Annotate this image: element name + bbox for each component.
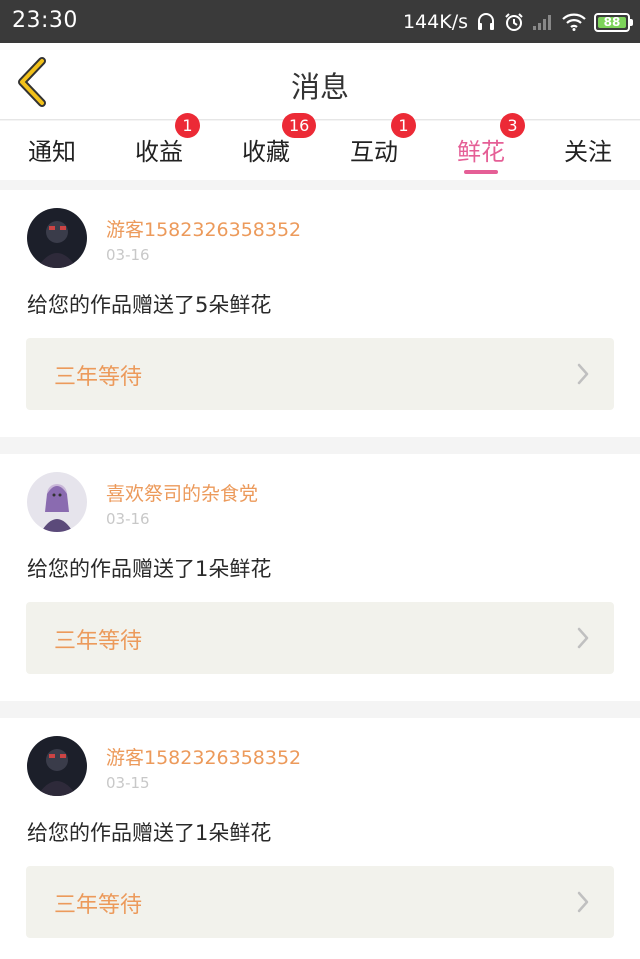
chevron-right-icon xyxy=(577,627,589,649)
page-title: 消息 xyxy=(290,70,349,104)
tab-flowers[interactable]: 鲜花 3 xyxy=(441,113,525,180)
signal-icon xyxy=(532,13,554,31)
avatar[interactable] xyxy=(27,736,87,796)
active-tab-indicator xyxy=(464,170,498,174)
username[interactable]: 游客1582326358352 xyxy=(106,215,301,242)
alarm-icon xyxy=(504,12,524,32)
message-date: 03-15 xyxy=(106,774,150,792)
work-link[interactable]: 三年等待 xyxy=(26,866,614,938)
status-icons: 144K/s 88 xyxy=(402,9,633,35)
net-speed: 144K/s xyxy=(402,11,468,33)
tab-earnings[interactable]: 收益 1 xyxy=(119,113,200,180)
wifi-icon xyxy=(562,13,586,31)
message-card: 喜欢祭司的杂食党 03-16 给您的作品赠送了1朵鲜花 三年等待 xyxy=(0,454,640,701)
message-text: 给您的作品赠送了1朵鲜花 xyxy=(27,557,272,581)
chevron-right-icon xyxy=(577,363,589,385)
battery-icon: 88 xyxy=(594,12,633,32)
tab-interaction[interactable]: 互动 1 xyxy=(334,113,416,180)
tab-favorites[interactable]: 收藏 16 xyxy=(226,113,317,180)
message-date: 03-16 xyxy=(106,246,150,264)
unread-badge: 1 xyxy=(175,113,200,138)
tab-follow[interactable]: 关注 xyxy=(548,121,628,180)
headset-icon xyxy=(476,12,496,32)
status-bar: 23:30 144K/s 88 xyxy=(0,0,640,43)
work-title: 三年等待 xyxy=(54,893,143,918)
work-link[interactable]: 三年等待 xyxy=(26,602,614,674)
tab-bar: 通知 收益 1 收藏 16 互动 1 鲜花 3 关注 xyxy=(0,113,640,180)
username[interactable]: 喜欢祭司的杂食党 xyxy=(106,479,258,506)
avatar[interactable] xyxy=(27,472,87,532)
unread-badge: 1 xyxy=(391,113,416,138)
message-date: 03-16 xyxy=(106,510,150,528)
work-title: 三年等待 xyxy=(54,629,143,654)
tab-notice[interactable]: 通知 xyxy=(12,121,92,180)
work-title: 三年等待 xyxy=(54,365,143,390)
message-card: 游客1582326358352 03-15 给您的作品赠送了1朵鲜花 三年等待 xyxy=(0,718,640,959)
avatar[interactable] xyxy=(27,208,87,268)
tab-label: 关注 xyxy=(564,138,612,166)
unread-badge: 16 xyxy=(282,113,317,138)
username[interactable]: 游客1582326358352 xyxy=(106,743,301,770)
chevron-right-icon xyxy=(577,891,589,913)
status-time: 23:30 xyxy=(12,8,78,33)
work-link[interactable]: 三年等待 xyxy=(26,338,614,410)
unread-badge: 3 xyxy=(500,113,525,138)
message-card: 游客1582326358352 03-16 给您的作品赠送了5朵鲜花 三年等待 xyxy=(0,190,640,437)
message-text: 给您的作品赠送了1朵鲜花 xyxy=(27,821,272,845)
battery-level: 88 xyxy=(603,15,621,29)
message-text: 给您的作品赠送了5朵鲜花 xyxy=(27,293,272,317)
tab-label: 通知 xyxy=(28,138,76,166)
header: 消息 xyxy=(0,43,640,120)
